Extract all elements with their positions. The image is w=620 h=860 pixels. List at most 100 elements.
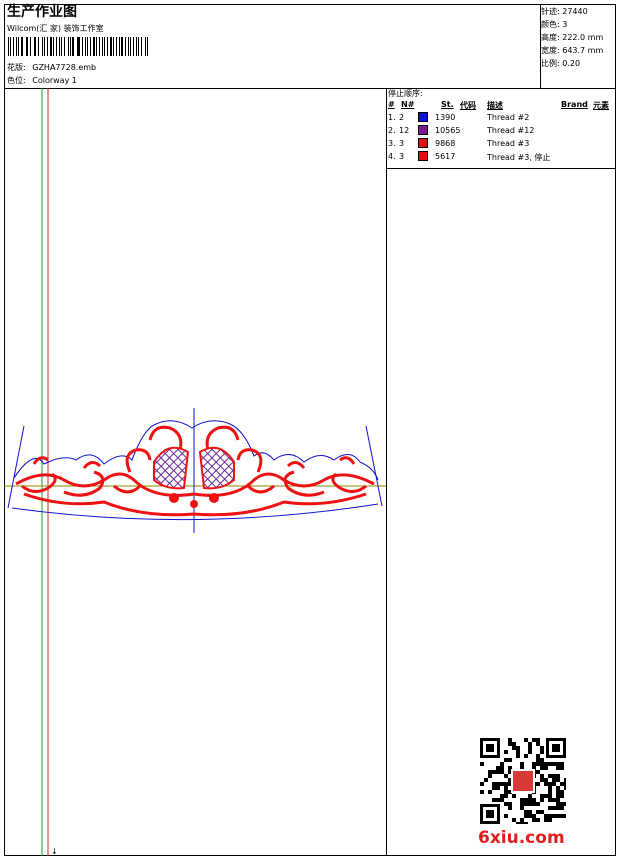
- qr-module: [520, 798, 524, 802]
- canvas-divider: [386, 88, 387, 856]
- barcode-bar: [16, 37, 18, 56]
- qr-module: [524, 798, 528, 802]
- qr-module: [500, 766, 504, 770]
- barcode-bar: [81, 37, 83, 56]
- qr-module: [564, 814, 566, 818]
- purple-lattice-right: [198, 446, 235, 490]
- qr-module: [520, 806, 524, 810]
- qr-module: [560, 814, 564, 818]
- qr-module: [532, 818, 536, 822]
- qr-module: [528, 814, 532, 818]
- qr-module: [564, 802, 566, 806]
- barcode-bar: [53, 37, 54, 56]
- qr-module: [544, 814, 548, 818]
- qr-module: [560, 794, 564, 798]
- qr-module: [488, 790, 492, 794]
- barcode-bar: [59, 37, 61, 56]
- col-needle: N#: [401, 100, 415, 109]
- qr-module: [540, 746, 544, 750]
- qr-module: [488, 770, 492, 774]
- qr-module: [548, 786, 552, 790]
- barcode-bar: [61, 37, 62, 56]
- color-swatch: [418, 138, 428, 148]
- colorway-label: 色位:: [7, 76, 26, 85]
- qr-module: [492, 782, 496, 786]
- row-needle: 3: [399, 139, 405, 148]
- qr-module: [520, 802, 524, 806]
- barcode-bar: [124, 37, 126, 56]
- barcode-bar: [130, 37, 131, 56]
- qr-module: [556, 774, 560, 778]
- barcode-bar: [104, 37, 105, 56]
- design-file-name: GZHA7728.emb: [32, 63, 97, 72]
- col-stitches: St.: [441, 100, 454, 109]
- qr-module: [528, 746, 532, 750]
- qr-module: [552, 774, 556, 778]
- qr-module: [500, 794, 504, 798]
- qr-module: [560, 802, 564, 806]
- qr-module: [504, 802, 508, 806]
- qr-module: [520, 818, 524, 822]
- qr-module: [516, 822, 520, 824]
- barcode-bar: [50, 37, 53, 56]
- design-file-row: 花版: GZHA7728.emb: [7, 63, 96, 73]
- qr-module: [552, 798, 556, 802]
- qr-module: [560, 762, 564, 766]
- qr-module: [500, 770, 504, 774]
- qr-module: [524, 810, 528, 814]
- row-needle: 2: [399, 113, 405, 122]
- qr-module: [560, 782, 564, 786]
- qr-module: [536, 818, 540, 822]
- qr-module: [552, 782, 556, 786]
- barcode-bar: [25, 37, 27, 56]
- purple-lattice-left: [153, 446, 190, 490]
- qr-finder-core: [486, 744, 494, 752]
- row-code: 1390: [435, 113, 456, 122]
- qr-module: [508, 802, 512, 806]
- qr-module: [536, 742, 540, 746]
- col-code: 代码: [460, 101, 476, 110]
- qr-module: [480, 782, 484, 786]
- qr-module: [512, 818, 516, 822]
- qr-module: [496, 786, 500, 790]
- barcode-bar: [138, 37, 140, 56]
- barcode-bar: [141, 37, 142, 56]
- qr-module: [508, 742, 512, 746]
- barcode-bar: [78, 37, 80, 56]
- qr-module: [516, 754, 520, 758]
- red-curl-right-small: [286, 461, 306, 469]
- barcode-bar: [120, 37, 123, 56]
- qr-module: [556, 794, 560, 798]
- qr-module: [500, 782, 504, 786]
- red-bead-left: [169, 493, 179, 503]
- qr-module: [556, 798, 560, 802]
- row-description: Thread #12: [487, 126, 535, 135]
- row-code: 9868: [435, 139, 456, 148]
- row-index: 2.: [388, 126, 396, 135]
- red-curl-left-small: [82, 461, 102, 469]
- qr-module: [508, 738, 512, 742]
- barcode-bar: [8, 37, 10, 56]
- qr-module: [496, 770, 500, 774]
- qr-module: [544, 782, 548, 786]
- barcode-bar: [128, 37, 130, 56]
- qr-module: [548, 762, 552, 766]
- qr-module: [548, 798, 552, 802]
- barcode-bar: [10, 37, 11, 56]
- qr-module: [528, 742, 532, 746]
- barcode-bar: [42, 37, 44, 56]
- qr-module: [524, 754, 528, 758]
- qr-module: [524, 814, 528, 818]
- qr-module: [544, 762, 548, 766]
- design-file-label: 花版:: [7, 63, 26, 72]
- red-curl-far-right: [339, 456, 356, 465]
- qr-module: [504, 794, 508, 798]
- barcode-bar: [46, 37, 48, 56]
- qr-module: [536, 758, 540, 762]
- qr-module: [496, 798, 500, 802]
- barcode-bar: [110, 37, 112, 56]
- qr-module: [560, 766, 564, 770]
- qr-module: [500, 798, 504, 802]
- qr-module: [532, 738, 536, 742]
- barcode-bar: [132, 37, 134, 56]
